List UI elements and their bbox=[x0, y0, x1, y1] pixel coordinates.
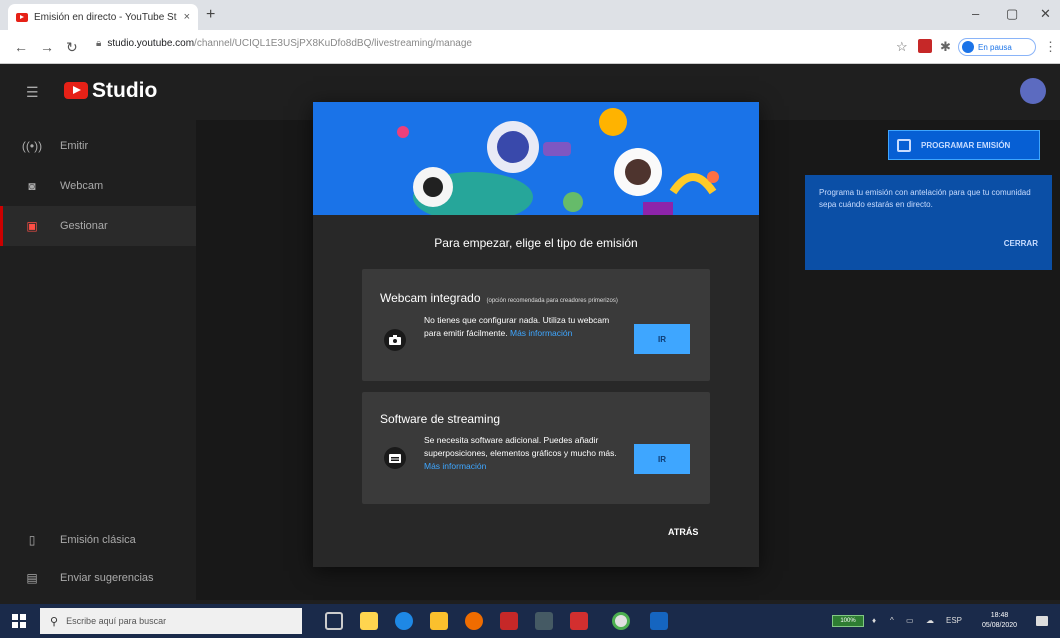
notifications-icon[interactable] bbox=[1036, 616, 1048, 626]
back-button[interactable]: ATRÁS bbox=[668, 527, 698, 537]
feedback-icon: ▤ bbox=[26, 571, 38, 585]
extensions-puzzle-icon[interactable]: ✱ bbox=[940, 39, 951, 55]
schedule-button-label: PROGRAMAR EMISIÓN bbox=[921, 140, 1011, 150]
cloud-icon[interactable]: ☁ bbox=[926, 616, 934, 625]
encoder-icon bbox=[384, 447, 406, 469]
dialog-illustration bbox=[313, 102, 759, 215]
acrobat-icon[interactable] bbox=[570, 612, 588, 630]
show-hidden-icons-icon[interactable]: ^ bbox=[890, 616, 894, 625]
illustration-svg bbox=[313, 102, 759, 215]
edge-browser-icon[interactable] bbox=[395, 612, 413, 630]
calendar-icon bbox=[897, 138, 911, 152]
more-info-link[interactable]: Más información bbox=[510, 328, 572, 338]
browser-tab[interactable]: Emisión en directo - YouTube St × bbox=[8, 4, 198, 30]
card-note: (opción recomendada para creadores prime… bbox=[486, 298, 618, 304]
tab-title: Emisión en directo - YouTube St bbox=[34, 11, 177, 23]
broadcast-icon: ((•)) bbox=[21, 139, 43, 153]
calendar-icon: ▣ bbox=[26, 219, 38, 233]
back-arrow-icon[interactable]: ← bbox=[14, 39, 28, 55]
firefox-icon[interactable] bbox=[465, 612, 483, 630]
youtube-logo-icon[interactable] bbox=[64, 82, 88, 99]
reload-icon[interactable]: ↻ bbox=[66, 39, 78, 56]
app-blue-icon[interactable] bbox=[650, 612, 668, 630]
battery-badge[interactable]: 100% bbox=[832, 615, 864, 627]
card-description: Se necesita software adicional. Puedes a… bbox=[424, 434, 624, 473]
card-title-text: Software de streaming bbox=[380, 412, 501, 426]
webcam-go-button[interactable]: IR bbox=[634, 324, 690, 354]
phone-icon: ▯ bbox=[28, 533, 36, 547]
bookmark-star-icon[interactable]: ☆ bbox=[896, 39, 908, 55]
sidebar-item-label: Emitir bbox=[60, 140, 89, 152]
browser-menu-icon[interactable]: ⋮ bbox=[1044, 39, 1057, 55]
maximize-icon[interactable]: ▢ bbox=[1006, 6, 1018, 22]
task-view-icon[interactable] bbox=[325, 612, 343, 630]
search-placeholder: Escribe aquí para buscar bbox=[66, 616, 167, 626]
sidebar-item-label: Emisión clásica bbox=[60, 534, 136, 546]
tab-close-icon[interactable]: × bbox=[184, 11, 190, 23]
pdf-extension-icon[interactable] bbox=[918, 39, 932, 53]
new-tab-button[interactable]: + bbox=[206, 6, 215, 24]
camera-icon bbox=[384, 329, 406, 351]
card-title-text: Webcam integrado bbox=[380, 291, 481, 305]
people-icon[interactable]: ♦ bbox=[872, 616, 876, 625]
lock-icon: 🔒︎ bbox=[96, 38, 102, 49]
app-gray-icon[interactable] bbox=[535, 612, 553, 630]
sidebar-item-enviar-sugerencias[interactable]: ▤ Enviar sugerencias bbox=[0, 558, 196, 598]
sidebar-item-label: Gestionar bbox=[60, 220, 108, 232]
more-info-link[interactable]: Más información bbox=[424, 461, 486, 471]
software-option-card[interactable]: Software de streaming Se necesita softwa… bbox=[362, 392, 710, 504]
sidebar-item-label: Webcam bbox=[60, 180, 104, 192]
sidebar-item-emision-clasica[interactable]: ▯ Emisión clásica bbox=[0, 520, 196, 560]
windows-start-icon[interactable] bbox=[12, 614, 26, 628]
url-host: studio.youtube.com bbox=[107, 38, 195, 49]
url-path: /channel/UCIQL1E3USjPX8KuDfo8dBQ/livestr… bbox=[194, 38, 472, 49]
file-explorer-icon[interactable] bbox=[430, 612, 448, 630]
windows-taskbar: ⚲ Escribe aquí para buscar 100% ♦ ^ ▭ ☁ … bbox=[0, 604, 1060, 638]
software-go-button[interactable]: IR bbox=[634, 444, 690, 474]
schedule-tooltip: Programa tu emisión con antelación para … bbox=[805, 175, 1052, 270]
clock-date: 05/08/2020 bbox=[982, 622, 1018, 629]
account-avatar[interactable] bbox=[1020, 78, 1046, 104]
language-indicator[interactable]: ESP bbox=[946, 616, 962, 625]
card-description-text: Se necesita software adicional. Puedes a… bbox=[424, 435, 617, 458]
search-icon: ⚲ bbox=[50, 615, 59, 628]
card-title-webcam: Webcam integrado (opción recomendada para… bbox=[380, 291, 618, 305]
hamburger-menu-icon[interactable]: ☰ bbox=[26, 84, 39, 101]
store-bag-icon[interactable] bbox=[360, 612, 378, 630]
url-field[interactable]: 🔒︎ studio.youtube.com/channel/UCIQL1E3USj… bbox=[96, 38, 472, 49]
app-red-icon[interactable] bbox=[500, 612, 518, 630]
stream-type-dialog: Para empezar, elige el tipo de emisión W… bbox=[313, 102, 759, 567]
address-bar: ← → ↻ 🔒︎ studio.youtube.com/channel/UCIQL… bbox=[0, 30, 1060, 64]
sidebar: ((•)) Emitir ◙ Webcam ▣ Gestionar ▯ Emis… bbox=[0, 120, 196, 600]
sidebar-item-webcam[interactable]: ◙ Webcam bbox=[0, 166, 196, 206]
schedule-stream-button[interactable]: PROGRAMAR EMISIÓN bbox=[888, 130, 1040, 160]
system-clock[interactable]: 18:48 05/08/2020 bbox=[982, 611, 1017, 631]
camera-icon: ◙ bbox=[28, 179, 36, 193]
minimize-icon[interactable]: – bbox=[972, 6, 979, 21]
taskbar-search-input[interactable]: ⚲ Escribe aquí para buscar bbox=[40, 608, 302, 634]
youtube-favicon-icon bbox=[16, 12, 28, 22]
profile-paused-button[interactable]: En pausa bbox=[958, 38, 1036, 56]
clock-time: 18:48 bbox=[990, 612, 1009, 619]
browser-tabstrip: Emisión en directo - YouTube St × + – ▢ … bbox=[0, 0, 1060, 30]
close-window-icon[interactable]: ✕ bbox=[1040, 6, 1051, 22]
tooltip-text: Programa tu emisión con antelación para … bbox=[819, 188, 1031, 209]
chrome-icon[interactable] bbox=[612, 612, 630, 630]
sidebar-item-emitir[interactable]: ((•)) Emitir bbox=[0, 126, 196, 166]
forward-arrow-icon[interactable]: → bbox=[40, 39, 54, 55]
sidebar-item-gestionar[interactable]: ▣ Gestionar bbox=[0, 206, 196, 246]
network-icon[interactable]: ▭ bbox=[906, 616, 914, 625]
card-description: No tienes que configurar nada. Utiliza t… bbox=[424, 314, 624, 340]
profile-avatar-icon bbox=[962, 41, 974, 53]
webcam-option-card[interactable]: Webcam integrado (opción recomendada para… bbox=[362, 269, 710, 381]
tooltip-close-button[interactable]: CERRAR bbox=[1004, 238, 1038, 250]
sidebar-item-label: Enviar sugerencias bbox=[60, 572, 154, 584]
pause-label: En pausa bbox=[978, 42, 1012, 52]
card-title-software: Software de streaming bbox=[380, 412, 506, 426]
dialog-title: Para empezar, elige el tipo de emisión bbox=[434, 236, 638, 250]
studio-logo-text[interactable]: Studio bbox=[92, 79, 157, 103]
